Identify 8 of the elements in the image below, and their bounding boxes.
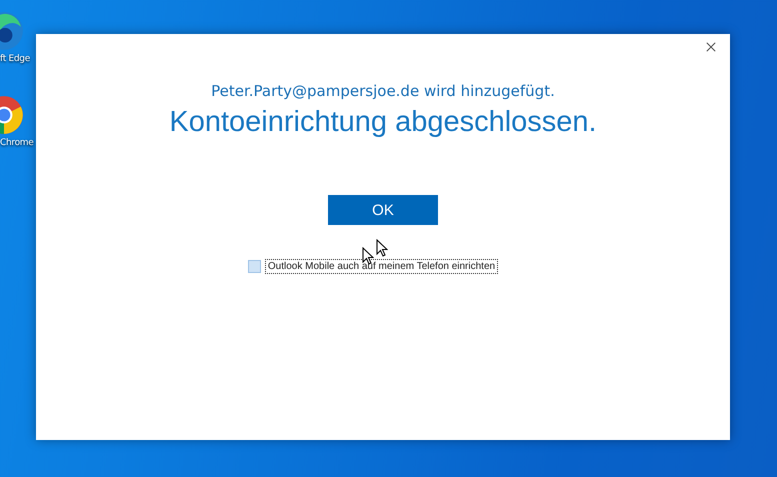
- subtitle: Peter.Party@pampersjoe.de wird hinzugefügt.: [211, 82, 555, 100]
- close-icon[interactable]: [706, 42, 716, 52]
- ok-button[interactable]: OK: [328, 195, 438, 225]
- checkbox[interactable]: [248, 260, 261, 273]
- dialog-title: Kontoeinrichtung abgeschlossen.: [169, 106, 597, 139]
- desktop-icon-label[interactable]: Chrome: [0, 138, 34, 148]
- desktop-icon-label[interactable]: ft Edge: [0, 54, 30, 64]
- mouse-cursor-icon: [376, 239, 388, 257]
